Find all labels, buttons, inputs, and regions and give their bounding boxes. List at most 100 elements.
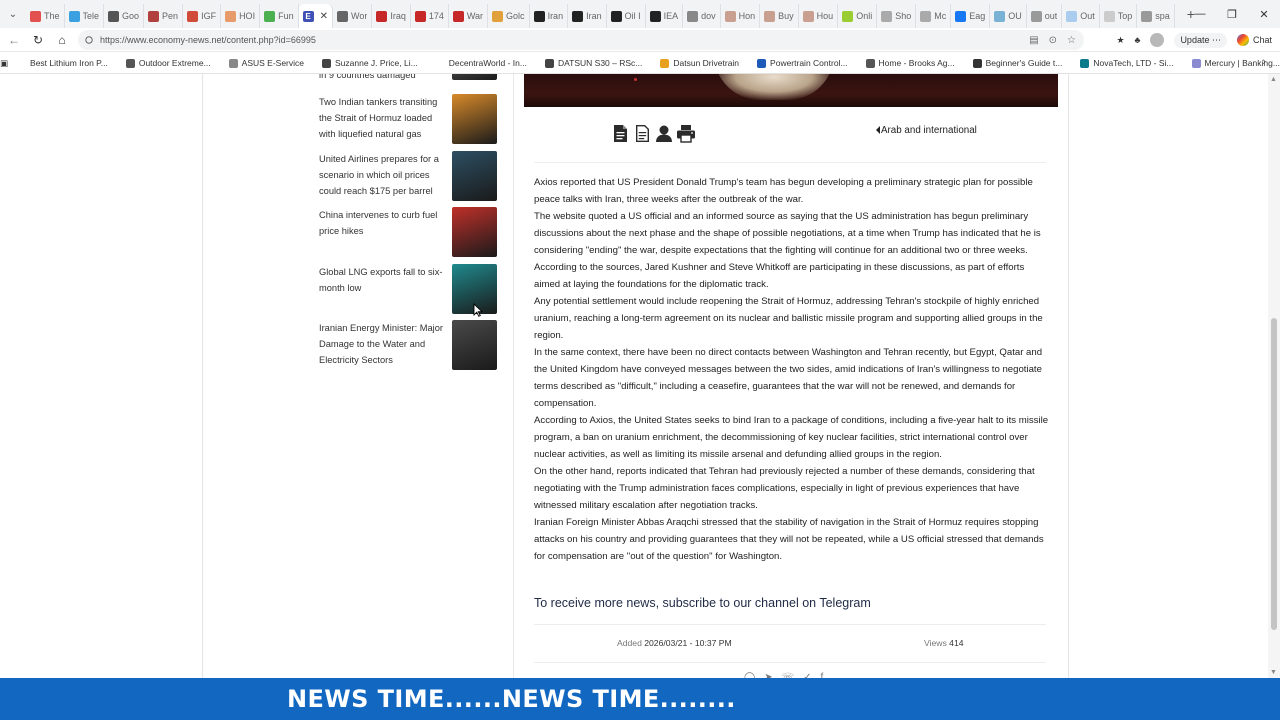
browser-tab[interactable]: Iraq: [372, 4, 411, 28]
document-outline-icon[interactable]: [632, 122, 652, 144]
browser-tab[interactable]: The: [26, 4, 65, 28]
browser-tab[interactable]: Onli: [838, 4, 878, 28]
browser-tab[interactable]: Out: [1062, 4, 1100, 28]
bookmark-favicon-icon: [125, 58, 135, 68]
browser-tab[interactable]: OU: [990, 4, 1027, 28]
close-tab-icon[interactable]: ✕: [320, 11, 328, 22]
related-item-title[interactable]: Iranian Energy Minister: Major Damage to…: [319, 320, 447, 368]
page-scrollbar[interactable]: ▲ ▼: [1268, 74, 1280, 678]
browser-tab[interactable]: Iran: [530, 4, 569, 28]
bookmark-item[interactable]: Powertrain Control...: [748, 58, 856, 68]
profile-avatar[interactable]: [1150, 33, 1165, 47]
browser-tab[interactable]: Hou: [799, 4, 839, 28]
browser-tab[interactable]: 174: [411, 4, 449, 28]
print-icon[interactable]: [676, 122, 696, 144]
related-item-title[interactable]: in 9 countries damaged: [319, 74, 447, 82]
bookmark-item[interactable]: NovaTech, LTD - Si...: [1071, 58, 1182, 68]
bookmark-item[interactable]: Beginner's Guide t...: [964, 58, 1072, 68]
bookmark-star-icon[interactable]: ☆: [1067, 35, 1076, 46]
browser-tab[interactable]: Oil I: [607, 4, 646, 28]
bookmark-item[interactable]: Outdoor Extreme...: [117, 58, 220, 68]
bookmark-item[interactable]: DecentraWorld - In...: [427, 58, 536, 68]
bookmark-favicon-icon: [660, 58, 670, 68]
bookmark-item[interactable]: DATSUN S30 – RSc...: [536, 58, 651, 68]
chat-button[interactable]: Chat: [1236, 34, 1272, 46]
browser-tab[interactable]: spa: [1137, 4, 1175, 28]
bookmark-item[interactable]: ASUS E-Service: [220, 58, 313, 68]
browser-tab[interactable]: Eag: [951, 4, 991, 28]
scroll-down-icon[interactable]: ▼: [1270, 669, 1277, 676]
browser-tab[interactable]: Tele: [65, 4, 105, 28]
image-icon: [225, 10, 237, 22]
browser-tab[interactable]: out: [1027, 4, 1063, 28]
related-item-title[interactable]: China intervenes to curb fuel price hike…: [319, 207, 447, 239]
reload-icon[interactable]: ↻: [26, 28, 50, 52]
tab-label: Buy: [778, 11, 794, 21]
favorites-icon[interactable]: ★: [1116, 35, 1124, 46]
restore-icon[interactable]: ❐: [1216, 0, 1248, 28]
finance-icon: [108, 10, 120, 22]
bookmark-item[interactable]: Best Lithium Iron P...: [8, 58, 117, 68]
telegram-subscribe-link[interactable]: To receive more news, subscribe to our c…: [534, 596, 871, 610]
tab-label: IEA: [663, 11, 679, 21]
browser-tab[interactable]: Golc: [488, 4, 530, 28]
browser-tab[interactable]: IEA: [646, 4, 684, 28]
scrollbar-thumb[interactable]: [1271, 318, 1277, 630]
bookmark-item[interactable]: Home - Brooks Ag...: [857, 58, 964, 68]
reader-icon[interactable]: ⊙: [1049, 35, 1057, 46]
browser-tab[interactable]: Fun: [260, 4, 299, 28]
url-text: https://www.economy-news.net/content.php…: [100, 35, 316, 45]
close-window-icon[interactable]: ✕: [1248, 0, 1280, 28]
d-icon: [842, 10, 854, 22]
browser-tab[interactable]: Goo: [104, 4, 145, 28]
browser-tab[interactable]: Hon: [721, 4, 761, 28]
related-item-thumbnail[interactable]: [452, 320, 497, 370]
tab-label: War: [466, 11, 484, 21]
related-item-thumbnail[interactable]: [452, 207, 497, 257]
bookmark-label: Best Lithium Iron P...: [30, 58, 108, 68]
extensions-icon[interactable]: ♣: [1135, 35, 1141, 45]
browser-tab[interactable]: Buy: [760, 4, 799, 28]
site-info-icon[interactable]: [84, 35, 94, 45]
browser-tab[interactable]: IGF: [183, 4, 222, 28]
back-arrow-icon[interactable]: ←: [2, 28, 26, 52]
document-icon[interactable]: [610, 122, 630, 144]
tab-label: Wor: [350, 11, 368, 21]
minimize-icon[interactable]: —: [1184, 0, 1216, 28]
browser-tab[interactable]: Pen: [144, 4, 184, 28]
related-item-thumbnail[interactable]: [452, 94, 497, 144]
browser-tab[interactable]: Top: [1100, 4, 1138, 28]
related-item-title[interactable]: Global LNG exports fall to six-month low: [319, 264, 447, 296]
url-field[interactable]: https://www.economy-news.net/content.php…: [78, 30, 1084, 50]
tab-search-menu-icon[interactable]: ⌄: [0, 0, 26, 28]
browser-tab[interactable]: Sho: [877, 4, 917, 28]
user-icon[interactable]: [654, 122, 674, 144]
tab-active[interactable]: E ✕: [298, 4, 333, 28]
related-item-thumbnail[interactable]: [452, 151, 497, 201]
related-item[interactable]: in 9 countries damaged: [319, 74, 499, 88]
translate-icon[interactable]: ▤: [1029, 35, 1038, 46]
home-icon[interactable]: ⌂: [50, 28, 74, 52]
browser-tab[interactable]: Iran: [568, 4, 607, 28]
sidebar-toggle-icon[interactable]: ▣: [0, 58, 8, 69]
related-item-title[interactable]: United Airlines prepares for a scenario …: [319, 151, 447, 199]
bookmark-item[interactable]: Datsun Drivetrain: [651, 58, 748, 68]
browser-tab[interactable]: Wor: [333, 4, 373, 28]
browser-tab[interactable]: Mc: [916, 4, 952, 28]
circle-icon: [649, 10, 661, 22]
bookmarks-overflow-icon[interactable]: ›: [1262, 56, 1266, 68]
bookmark-item[interactable]: Suzanne J. Price, Li...: [313, 58, 427, 68]
address-bar-row: ← ↻ ⌂ https://www.economy-news.net/conte…: [0, 28, 1280, 52]
tab-label: Mc: [934, 11, 947, 21]
scroll-up-icon[interactable]: ▲: [1270, 76, 1277, 83]
circle-icon: [610, 10, 622, 22]
article-category[interactable]: Arab and international: [876, 125, 977, 136]
browser-tab[interactable]: HOI: [221, 4, 261, 28]
update-button[interactable]: Update ⋯: [1174, 32, 1227, 48]
toolbar-right: ★ ♣ Update ⋯ Chat: [1116, 30, 1272, 50]
browser-tab[interactable]: dov: [683, 4, 721, 28]
related-item-thumbnail[interactable]: [452, 74, 497, 80]
browser-tab[interactable]: War: [449, 4, 489, 28]
bookmark-label: Datsun Drivetrain: [673, 58, 740, 68]
related-item-title[interactable]: Two Indian tankers transiting the Strait…: [319, 94, 447, 142]
